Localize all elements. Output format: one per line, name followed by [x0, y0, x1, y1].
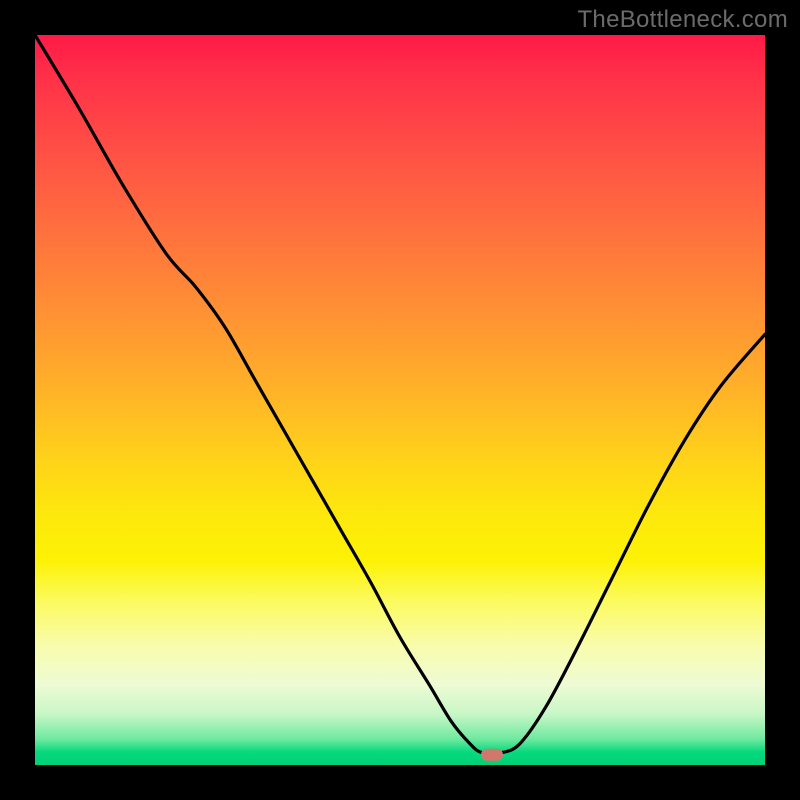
curve-svg: [35, 35, 765, 765]
watermark-text: TheBottleneck.com: [577, 6, 788, 34]
plot-area: [35, 35, 765, 765]
bottleneck-curve: [35, 35, 765, 754]
optimum-marker: [481, 749, 503, 761]
chart-frame: TheBottleneck.com: [0, 0, 800, 800]
